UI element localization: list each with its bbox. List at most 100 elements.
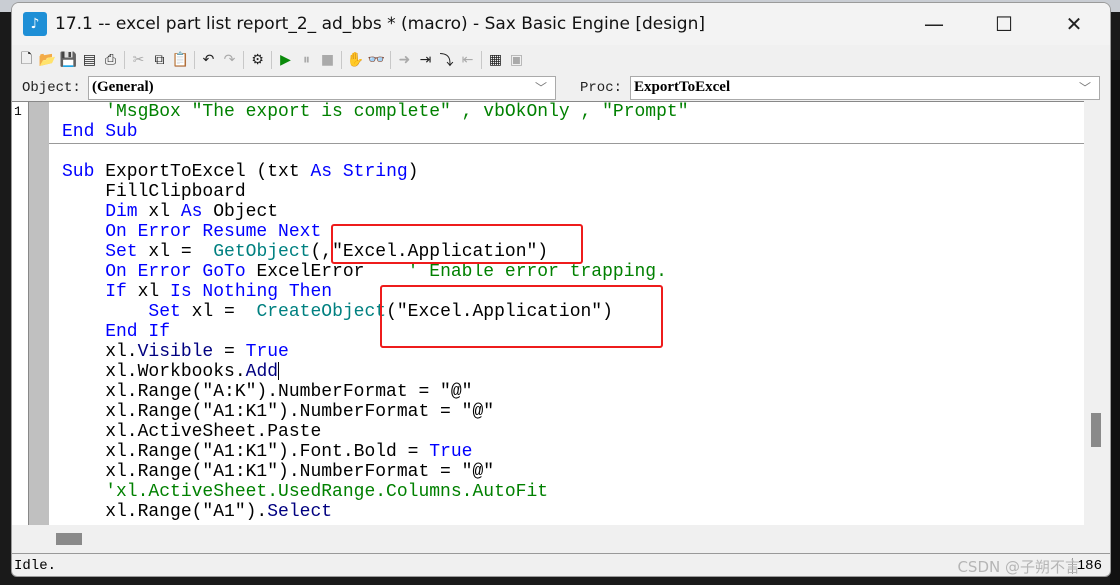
vertical-scrollbar[interactable] [1084,101,1110,525]
breakpoint-margin[interactable] [29,102,49,525]
run-icon[interactable]: ▶ [275,50,296,70]
open-icon[interactable]: 📂 [37,50,58,70]
highlight-box-getobject [331,224,583,264]
properties-icon[interactable]: ▣ [506,50,527,70]
save-icon[interactable]: 💾 [58,50,79,70]
minimize-button[interactable]: — [900,3,968,45]
sax-basic-icon: ♪ [23,12,47,36]
text-caret [278,362,280,381]
chevron-down-icon[interactable]: ﹀ [1079,79,1091,96]
code-token: ) [407,162,419,182]
code-token: True [245,342,289,362]
cut-icon[interactable]: ✂ [128,50,149,70]
code-token: xl = [180,302,257,322]
code-token: xl = [137,242,214,262]
code-line[interactable]: xl.Range("A1:K1").Font.Bold = True [62,442,1084,462]
stop-icon[interactable]: ■ [317,50,338,70]
code-line[interactable]: End Sub [62,122,1084,142]
save-all-icon[interactable]: ▤ [79,50,100,70]
horizontal-scroll-thumb[interactable] [56,533,82,545]
code-token: xl.Range("A:K").NumberFormat = "@" [62,382,473,402]
code-token: xl [137,202,181,222]
code-line[interactable]: Sub ExportToExcel (txt As String) [62,162,1084,182]
object-proc-row: Object: (General) ﹀ Proc: ExportToExcel … [12,75,1110,101]
code-line[interactable]: xl.Range("A1:K1").NumberFormat = "@" [62,462,1084,482]
line-number-gutter: 1 [12,102,29,525]
print-icon[interactable]: ⎙ [100,50,121,70]
code-token: If [62,282,127,302]
code-token: GetObject [213,242,311,262]
code-token: 'MsgBox "The export is complete" , vbOkO… [62,102,689,122]
code-token: xl.Workbooks. [62,362,246,382]
highlight-box-createobject [380,285,663,348]
code-token: Sub [62,162,95,182]
background-app [1110,60,1120,585]
code-token: Set [62,302,181,322]
code-line[interactable]: xl.Range("A1").Select [62,502,1084,522]
toolbar-separator [341,51,342,69]
code-token: Dim [62,202,138,222]
toolbar-separator [390,51,391,69]
code-token: ExcelError [245,262,408,282]
code-token: Add [245,362,279,382]
proc-label: Proc: [580,80,623,96]
code-token: Is Nothing Then [170,282,333,302]
code-line[interactable]: xl.Workbooks.Add [62,362,1084,382]
toolbar-separator [271,51,272,69]
code-line[interactable]: FillClipboard [62,182,1084,202]
code-line[interactable]: Dim xl As Object [62,202,1084,222]
pause-icon[interactable]: ⏸ [296,50,317,70]
references-icon[interactable]: ⚙ [247,50,268,70]
proc-value: ExportToExcel [634,79,731,95]
maximize-button[interactable]: ☐ [970,3,1038,45]
code-token: CreateObject [256,302,387,322]
toolbar-separator [243,51,244,69]
object-label: Object: [22,80,81,96]
chevron-down-icon[interactable]: ﹀ [535,79,547,96]
code-line[interactable]: xl.Range("A:K").NumberFormat = "@" [62,382,1084,402]
code-token: ExportToExcel (txt [94,162,311,182]
step-over-icon[interactable]: ⤵ [436,50,457,70]
object-dropdown[interactable]: (General) ﹀ [88,76,556,100]
code-token: As [180,202,203,222]
step-out-icon[interactable]: ⇤ [457,50,478,70]
breakpoint-hand-icon[interactable]: ✋ [345,50,366,70]
code-token: 'xl.ActiveSheet.UsedRange.Columns.AutoFi… [62,482,549,502]
code-line[interactable] [62,142,1084,162]
code-token: = [213,342,246,362]
quick-watch-icon[interactable]: 👓 [366,50,387,70]
step-into-icon[interactable]: ⇥ [415,50,436,70]
code-token: As String [310,162,408,182]
dialog-editor-icon[interactable]: ▦ [485,50,506,70]
line-number: 1 [14,104,22,119]
copy-icon[interactable]: ⧉ [149,50,170,70]
code-line[interactable]: 'xl.ActiveSheet.UsedRange.Columns.AutoFi… [62,482,1084,502]
watermark: CSDN @子朔不言 [957,558,1080,576]
code-token: xl. [62,342,138,362]
code-token: End Sub [62,122,138,142]
step-icon[interactable]: ➜ [394,50,415,70]
horizontal-scrollbar[interactable] [42,525,1084,551]
toolbar-separator [194,51,195,69]
toolbar-separator [481,51,482,69]
vertical-scroll-thumb[interactable] [1091,413,1101,447]
object-value: (General) [92,79,154,95]
code-line[interactable]: xl.ActiveSheet.Paste [62,422,1084,442]
code-line[interactable]: 'MsgBox "The export is complete" , vbOkO… [62,102,1084,122]
paste-icon[interactable]: 📋 [170,50,191,70]
code-line[interactable]: xl.Range("A1:K1").NumberFormat = "@" [62,402,1084,422]
redo-icon[interactable]: ↷ [219,50,240,70]
code-token: xl.ActiveSheet.Paste [62,422,322,442]
undo-icon[interactable]: ↶ [198,50,219,70]
code-token: Set [62,242,138,262]
new-icon[interactable]: 🗋 [16,50,37,70]
code-token: On Error GoTo [62,262,246,282]
close-button[interactable]: ✕ [1040,3,1108,45]
code-token: xl.Range("A1:K1").NumberFormat = "@" [62,462,495,482]
status-bar: Idle. 186 [12,553,1110,576]
code-token: Object [202,202,279,222]
code-line[interactable]: On Error GoTo ExcelError ' Enable error … [62,262,1084,282]
code-token: End If [62,322,171,342]
proc-dropdown[interactable]: ExportToExcel ﹀ [630,76,1100,100]
code-token: xl.Range("A1:K1").Font.Bold = [62,442,430,462]
